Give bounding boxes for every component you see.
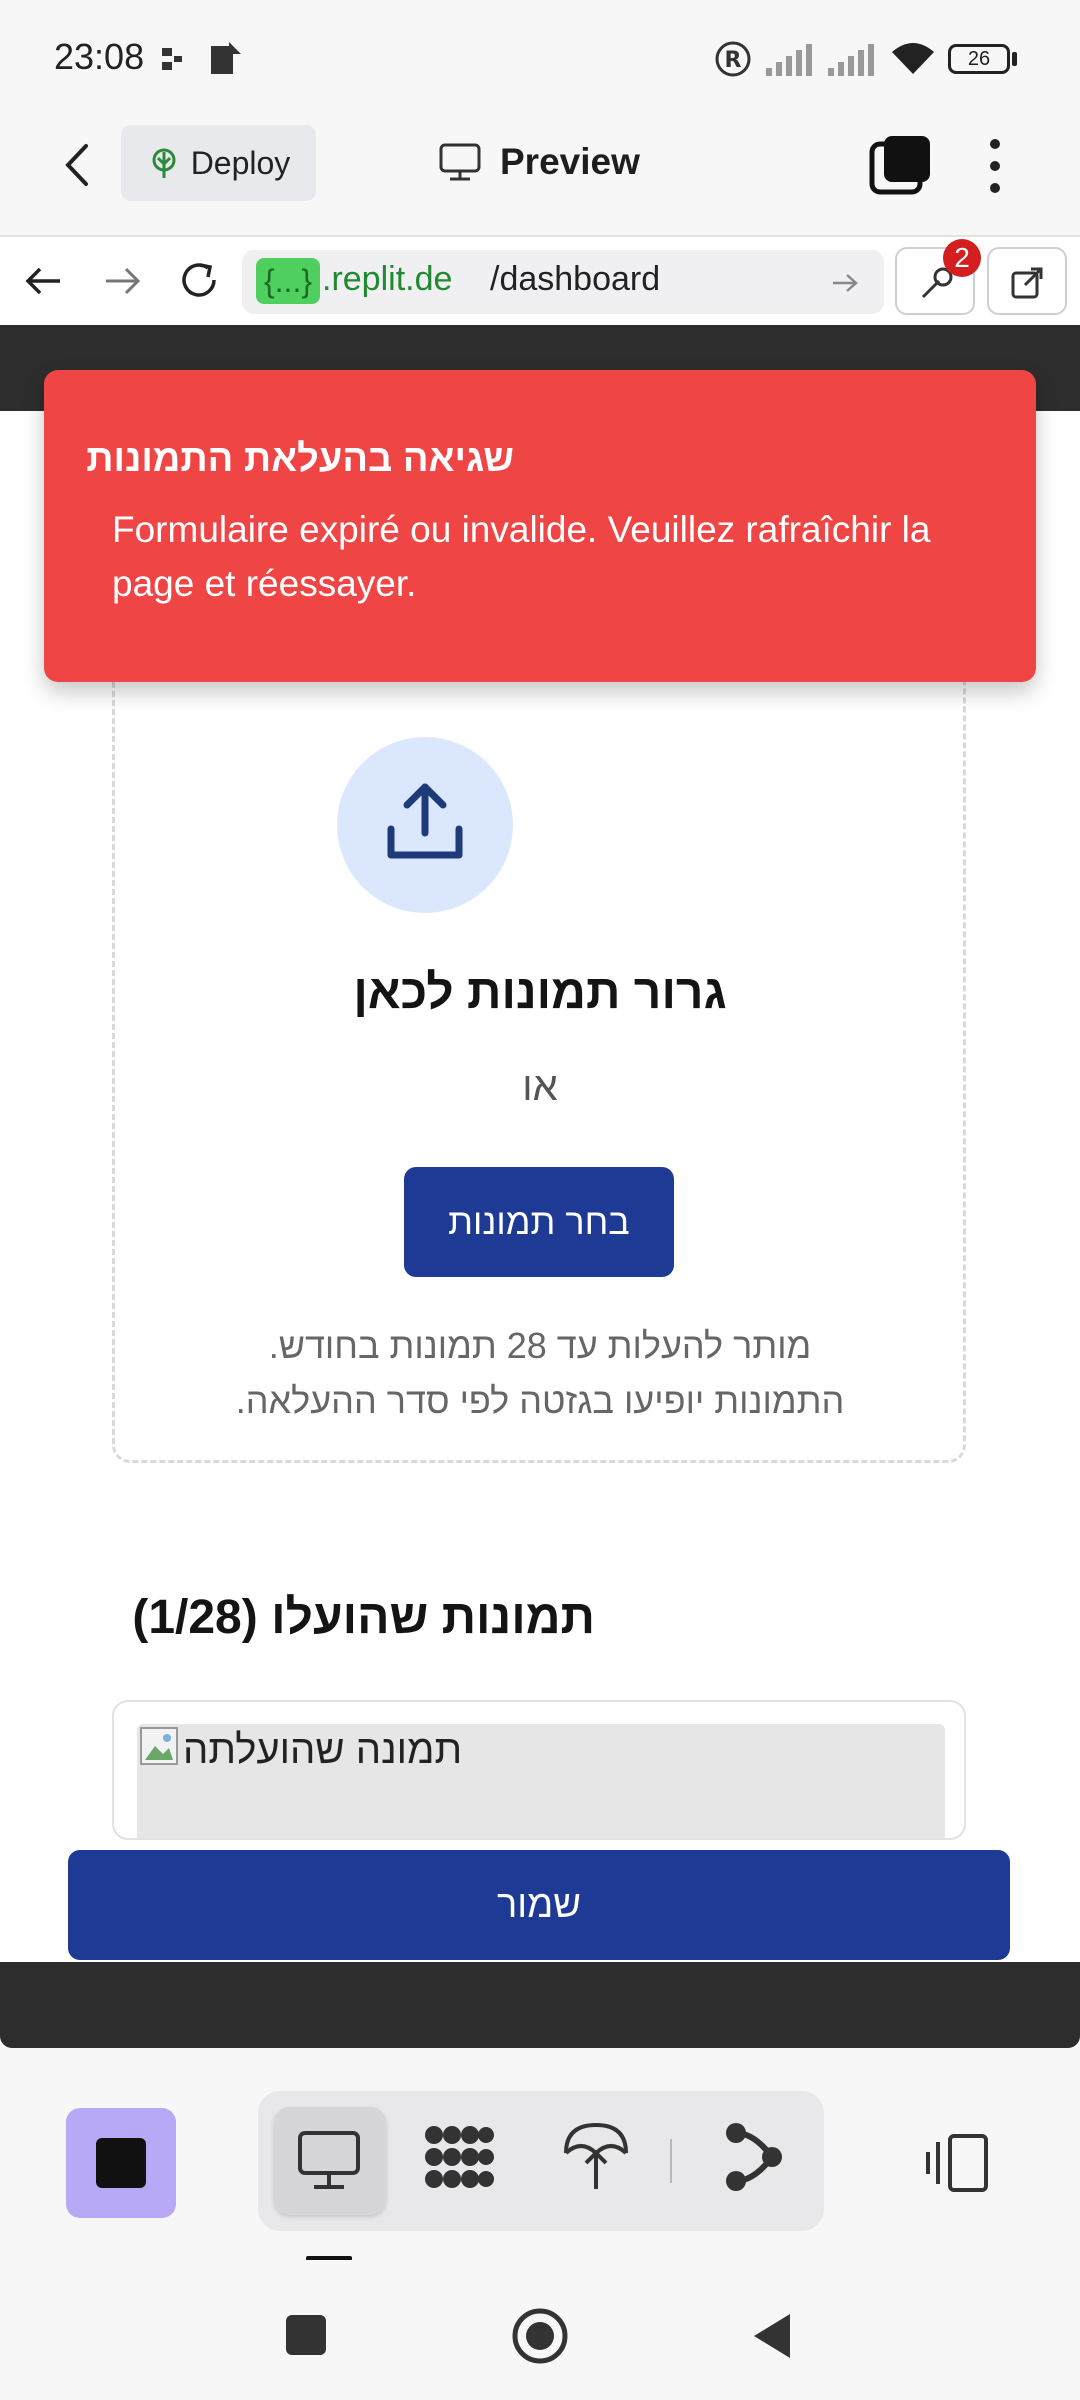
system-nav-bar [0,2260,1080,2400]
upload-order-hint: התמונות יופיעו בגזטה לפי סדר ההעלאה. [235,1380,845,1421]
uploaded-images-title: תמונות שהועלו (1/28) [132,1591,595,1644]
app-bar: Deploy Preview [0,110,1080,235]
save-button[interactable]: שמור [68,1850,1010,1960]
url-bar: {...} .replit.de /dashboard 2 [0,235,1080,325]
devtools-badge: 2 [943,239,981,277]
wifi-icon [892,43,934,74]
git-branch-icon[interactable] [714,2117,794,2197]
monitor-icon [298,2131,360,2189]
toast-message: Formulaire expiré ou invalide. Veuillez … [112,509,931,604]
address-field[interactable]: {...} .replit.de /dashboard [242,250,884,314]
upload-icon-circle [337,737,513,913]
devtools-button[interactable]: 2 [895,239,981,315]
upload-limit-hint: מותר להעלות עד 28 תמונות בחודש. [268,1325,812,1366]
status-time: 23:08 [54,36,145,77]
registered-icon: R [715,41,751,77]
svg-text:R: R [725,48,742,73]
view-switcher [258,2091,824,2231]
more-menu-icon[interactable] [980,134,1010,198]
or-separator: או [522,1065,558,1109]
signal-icon-2 [828,44,874,76]
broken-image-icon [140,1727,178,1765]
choose-images-button[interactable]: בחר תמונות [404,1167,674,1277]
battery-icon: 26 [948,44,1010,74]
browser-forward-icon[interactable] [100,259,144,303]
error-toast[interactable]: שגיאה בהעלאת התמונות Formulaire expiré o… [44,370,1036,682]
url-path: /dashboard [490,260,661,298]
tabs-icon[interactable] [868,134,932,198]
preview-view-tab[interactable] [274,2107,386,2215]
page-footer-strip [0,1962,1080,2048]
battery-tip [1012,52,1017,66]
external-link-icon [1011,267,1043,299]
signal-icon-1 [766,44,812,76]
monitor-icon [439,143,481,181]
drag-images-title: גרור תמונות לכאן [353,966,727,1019]
url-host: .replit.de [322,260,453,298]
deploy-tab-icon[interactable] [556,2117,636,2197]
open-external-button[interactable] [987,247,1067,315]
preview-label: Preview [500,141,640,182]
workspace-grid-icon[interactable] [420,2117,500,2197]
status-bar: 23:08 R 26 [0,0,1080,110]
back-arrow-icon[interactable] [56,140,96,190]
home-button[interactable] [510,2306,570,2366]
stop-button[interactable] [66,2108,176,2218]
deploy-icon [152,148,176,178]
stop-icon [96,2138,146,2188]
app-notification-icon [211,42,241,74]
bottom-toolbar [0,2048,1080,2261]
toast-title: שגיאה בהעלאת התמונות [86,438,514,480]
go-arrow-icon[interactable] [830,268,860,298]
upload-icon [387,783,463,859]
switcher-divider [670,2139,672,2183]
image-alt-text: תמונה שהועלתה [183,1728,463,1772]
uploaded-image-card: תמונה שהועלתה [112,1700,966,1840]
back-button[interactable] [748,2310,796,2362]
uploaded-image: תמונה שהועלתה [137,1724,945,1838]
replit-host-badge: {...} [256,258,320,304]
browser-back-icon[interactable] [22,259,66,303]
reload-icon[interactable] [176,257,222,303]
layout-toggle-icon[interactable] [924,2128,994,2198]
deploy-button[interactable]: Deploy [121,125,316,201]
notification-icon [162,48,182,70]
deploy-label: Deploy [190,144,291,181]
battery-level: 26 [967,48,991,70]
preview-tab[interactable]: Preview [438,132,640,192]
recents-button[interactable] [286,2315,326,2355]
